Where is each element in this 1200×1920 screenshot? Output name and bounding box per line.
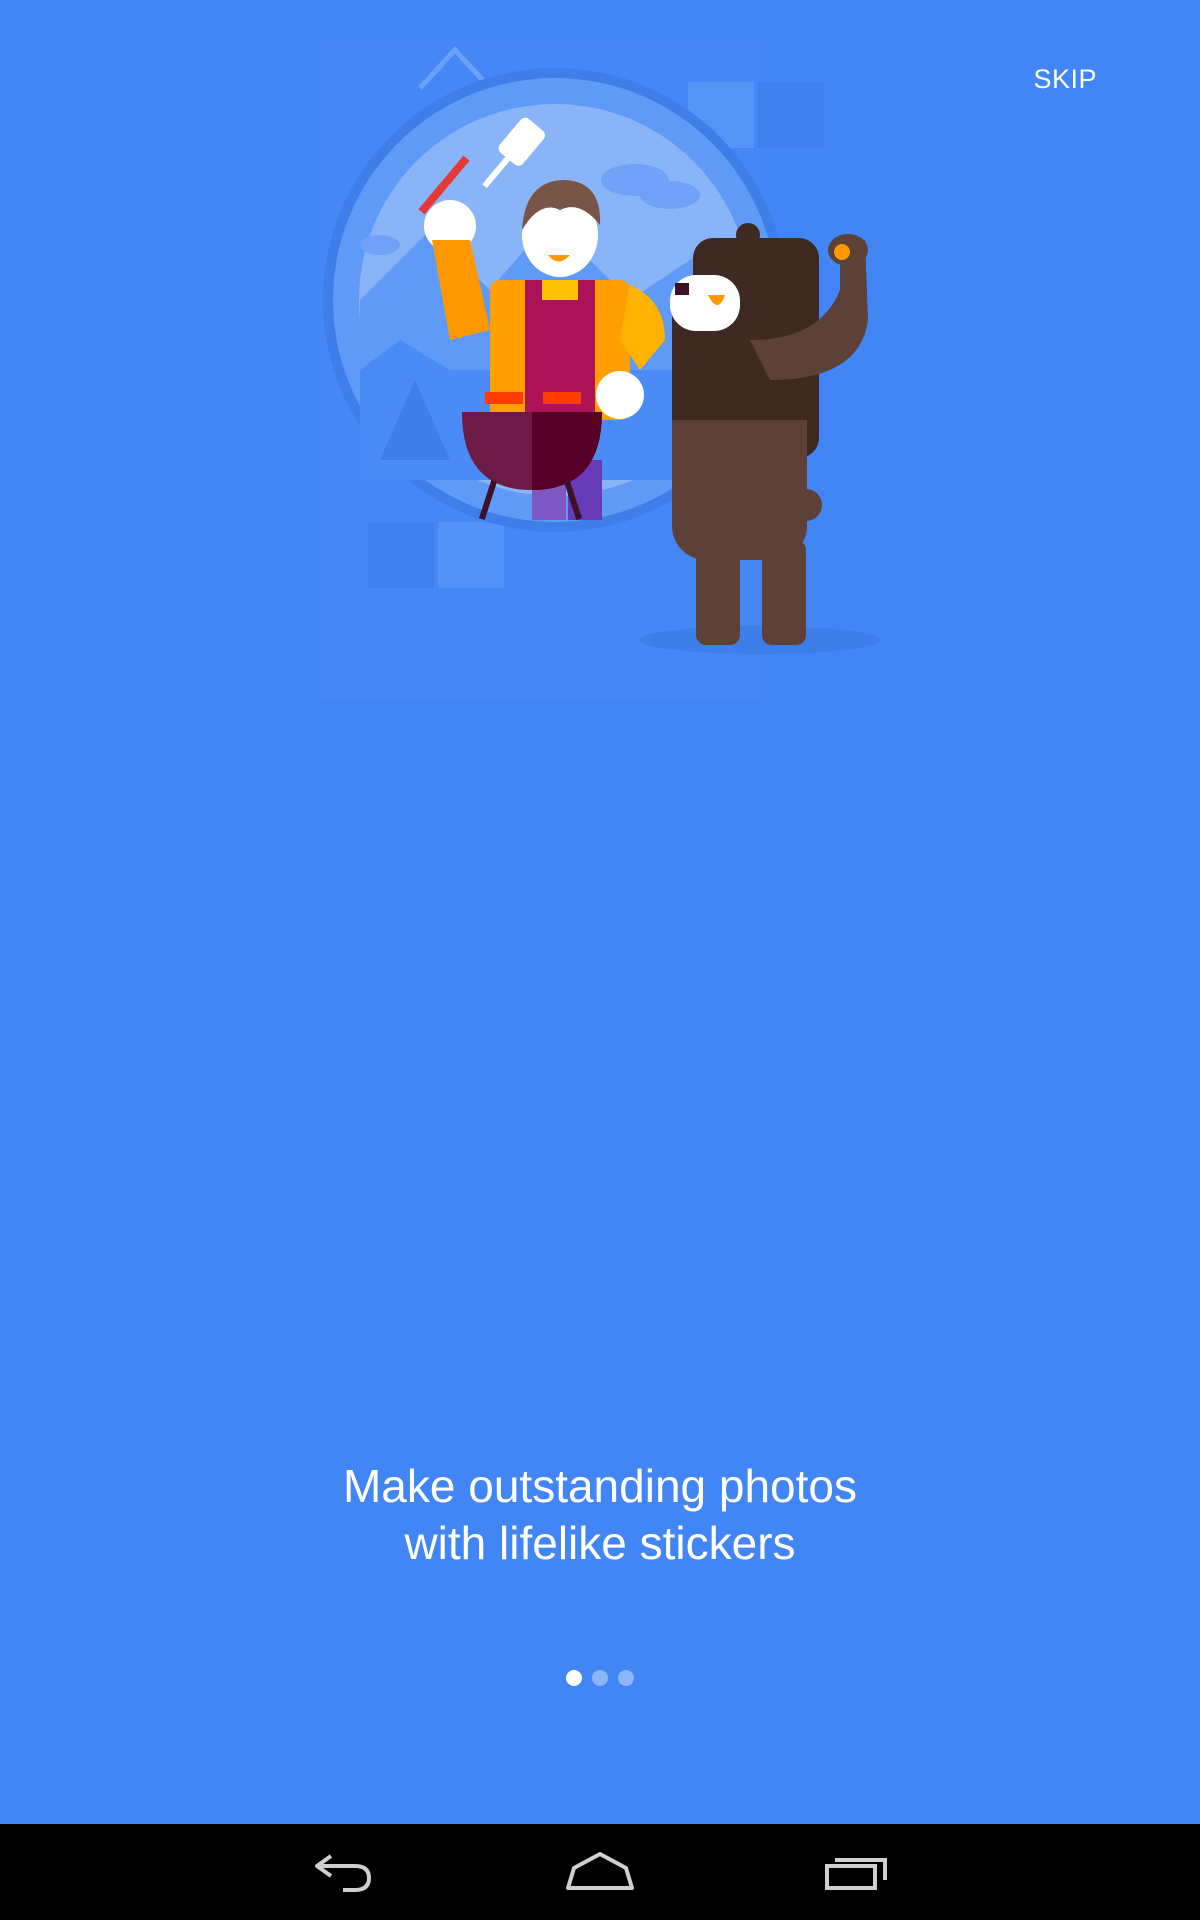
page-dot-1[interactable]: [566, 1670, 582, 1686]
skip-button[interactable]: SKIP: [1027, 58, 1103, 101]
onboarding-headline: Make outstanding photos with lifelike st…: [342, 1460, 858, 1569]
page-indicator: [0, 1670, 1200, 1686]
system-navigation-bar: [0, 1824, 1200, 1920]
recents-icon: [825, 1858, 887, 1890]
grill-bear-illustration: [320, 40, 880, 700]
home-icon: [566, 1852, 634, 1890]
back-icon: [315, 1854, 372, 1892]
page-dot-3[interactable]: [618, 1670, 634, 1686]
home-button[interactable]: [540, 1832, 660, 1912]
back-button[interactable]: [283, 1832, 403, 1912]
recents-button[interactable]: [797, 1832, 917, 1912]
onboarding-screen: SKIP Make outstanding photos with lifeli…: [0, 0, 1200, 1824]
page-dot-2[interactable]: [592, 1670, 608, 1686]
